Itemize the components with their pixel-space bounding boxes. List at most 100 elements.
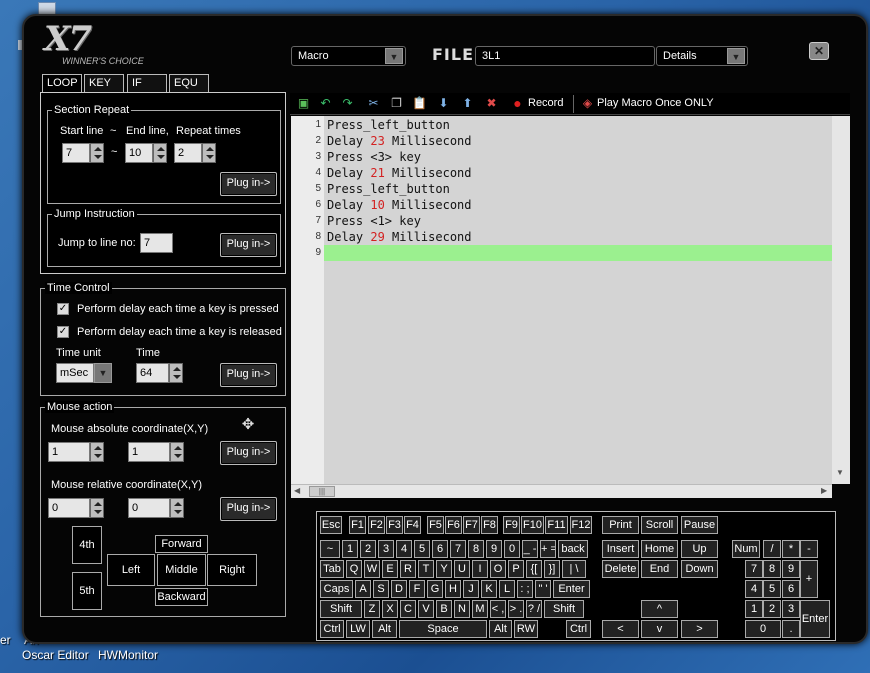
save-icon[interactable]: ▣ (296, 96, 311, 111)
key-9[interactable]: 9 (782, 560, 800, 578)
key-1[interactable]: 1 (342, 540, 358, 558)
editor-line[interactable]: 8 Delay 29 Millisecond (291, 229, 832, 245)
key-symbol[interactable]: + (800, 560, 818, 598)
key-shift[interactable]: Shift (544, 600, 584, 618)
mouse-rel-x-stepper[interactable] (90, 498, 104, 518)
editor-line[interactable]: 6 Delay 10 Millisecond (291, 197, 832, 213)
tab-key[interactable]: KEY (84, 74, 124, 92)
desktop-label-oscar-editor[interactable]: Oscar Editor (22, 648, 89, 662)
key-8[interactable]: 8 (763, 560, 781, 578)
chevron-down-icon[interactable]: ▼ (727, 48, 745, 64)
key-home[interactable]: Home (641, 540, 678, 558)
chevron-down-icon[interactable]: ▼ (385, 48, 403, 64)
key-v[interactable]: v (641, 620, 678, 638)
key-f11[interactable]: F11 (545, 516, 568, 534)
key-symbol[interactable]: ^ (641, 600, 678, 618)
key-back[interactable]: back (558, 540, 588, 558)
key-r[interactable]: R (400, 560, 416, 578)
tab-equ[interactable]: EQU (169, 74, 209, 92)
tab-loop[interactable]: LOOP (42, 74, 82, 92)
key-y[interactable]: Y (436, 560, 452, 578)
key-4[interactable]: 4 (745, 580, 763, 598)
time-input[interactable]: 64 (136, 363, 169, 383)
repeat-times-input[interactable]: 2 (174, 143, 202, 163)
mouse-rel-plug-button[interactable]: Plug in-> (220, 497, 277, 521)
editor-line[interactable]: 2 Delay 23 Millisecond (291, 133, 832, 149)
key-w[interactable]: W (364, 560, 380, 578)
cut-icon[interactable]: ✂ (366, 96, 381, 111)
key-alt[interactable]: Alt (489, 620, 512, 638)
mouse-abs-x-input[interactable]: 1 (48, 442, 90, 462)
key-6[interactable]: 6 (782, 580, 800, 598)
key-symbol[interactable]: > (681, 620, 718, 638)
key-symbol[interactable]: ? / (526, 600, 542, 618)
scroll-right-icon[interactable]: ▶ (821, 486, 827, 495)
time-plug-button[interactable]: Plug in-> (220, 363, 277, 387)
key-i[interactable]: I (472, 560, 488, 578)
key-symbol[interactable]: > . (508, 600, 524, 618)
paste-icon[interactable]: 📋 (412, 96, 427, 111)
redo-icon[interactable]: ↷ (340, 96, 355, 111)
key-0[interactable]: 0 (504, 540, 520, 558)
mouse-abs-x-stepper[interactable] (90, 442, 104, 462)
key-d[interactable]: D (391, 580, 407, 598)
key-up[interactable]: Up (681, 540, 718, 558)
repeat-times-stepper[interactable] (202, 143, 216, 163)
start-line-input[interactable]: 7 (62, 143, 90, 163)
key-4[interactable]: 4 (396, 540, 412, 558)
key-u[interactable]: U (454, 560, 470, 578)
key-2[interactable]: 2 (360, 540, 376, 558)
editor-line[interactable]: 7 Press <1> key (291, 213, 832, 229)
key-e[interactable]: E (382, 560, 398, 578)
crosshair-move-icon[interactable]: ✥ (240, 417, 256, 433)
move-up-icon[interactable]: ⬆ (460, 96, 475, 111)
key-symbol[interactable]: | \ (562, 560, 586, 578)
delete-icon[interactable]: ✖ (484, 96, 499, 111)
delay-released-checkbox[interactable]: ✓ (57, 326, 69, 338)
key-symbol[interactable]: ~ (320, 540, 340, 558)
key-3[interactable]: 3 (782, 600, 800, 618)
section-repeat-plug-button[interactable]: Plug in-> (220, 172, 277, 196)
mouse-backward-button[interactable]: Backward (155, 588, 208, 606)
key-symbol[interactable]: < (602, 620, 639, 638)
key-v[interactable]: V (418, 600, 434, 618)
key-5[interactable]: 5 (414, 540, 430, 558)
mouse-forward-button[interactable]: Forward (155, 535, 208, 553)
key-f8[interactable]: F8 (481, 516, 498, 534)
key-delete[interactable]: Delete (602, 560, 639, 578)
key-space[interactable]: Space (399, 620, 487, 638)
jump-plug-button[interactable]: Plug in-> (220, 233, 277, 257)
scroll-thumb[interactable]: ||| (309, 486, 335, 497)
key-symbol[interactable]: : ; (517, 580, 533, 598)
key-t[interactable]: T (418, 560, 434, 578)
time-stepper[interactable] (169, 363, 183, 383)
key-tab[interactable]: Tab (320, 560, 344, 578)
key-q[interactable]: Q (346, 560, 362, 578)
mouse-left-button[interactable]: Left (107, 554, 155, 586)
file-name-field[interactable]: 3L1 (475, 46, 655, 66)
key-symbol[interactable]: _ - (522, 540, 538, 558)
end-line-stepper[interactable] (153, 143, 167, 163)
key-6[interactable]: 6 (432, 540, 448, 558)
key-alt[interactable]: Alt (372, 620, 397, 638)
key-enter[interactable]: Enter (800, 600, 830, 638)
key-7[interactable]: 7 (450, 540, 466, 558)
move-down-icon[interactable]: ⬇ (436, 96, 451, 111)
key-esc[interactable]: Esc (320, 516, 342, 534)
key-9[interactable]: 9 (486, 540, 502, 558)
scroll-down-icon[interactable]: ▼ (836, 468, 844, 477)
end-line-input[interactable]: 10 (125, 143, 153, 163)
key-f4[interactable]: F4 (404, 516, 421, 534)
desktop-label-hwmonitor[interactable]: HWMonitor (98, 648, 158, 662)
key-ctrl[interactable]: Ctrl (566, 620, 591, 638)
key-shift[interactable]: Shift (320, 600, 362, 618)
key-2[interactable]: 2 (763, 600, 781, 618)
key-8[interactable]: 8 (468, 540, 484, 558)
time-unit-select[interactable]: mSec (56, 363, 94, 383)
editor-line[interactable]: 1 Press_left_button (291, 117, 832, 133)
jump-line-input[interactable]: 7 (140, 233, 173, 253)
editor-line[interactable]: 4 Delay 21 Millisecond (291, 165, 832, 181)
key-h[interactable]: H (445, 580, 461, 598)
key-symbol[interactable]: - (800, 540, 818, 558)
key-s[interactable]: S (373, 580, 389, 598)
